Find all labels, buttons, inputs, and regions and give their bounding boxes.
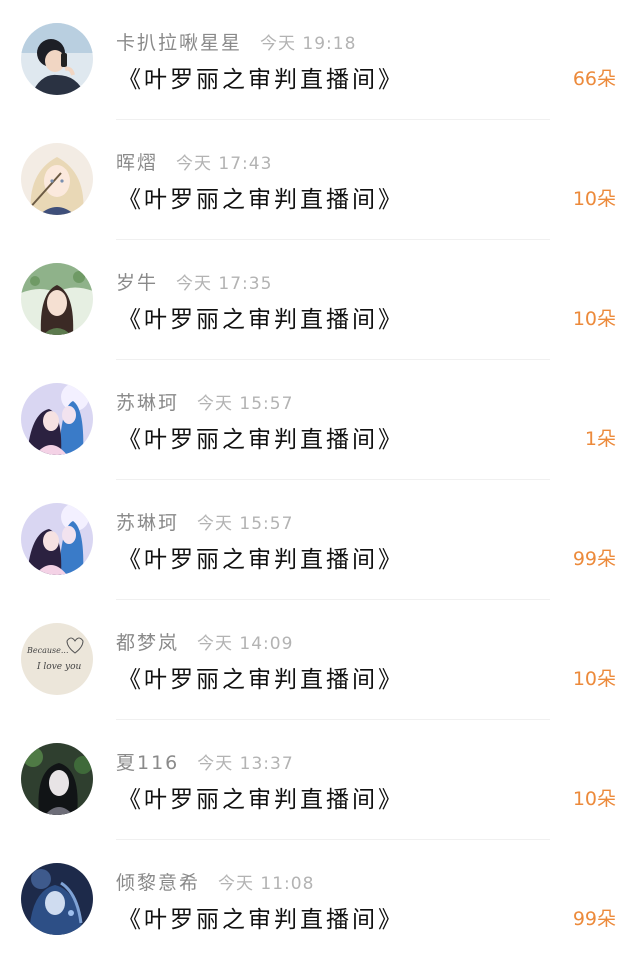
- gift-title: 《叶罗丽之审判直播间》: [118, 907, 404, 933]
- timestamp: 今天 13:37: [197, 754, 293, 774]
- day-text: 今天: [176, 154, 213, 174]
- username: 苏琳珂 今天 15:57: [116, 508, 293, 535]
- couple-avatar-icon: [21, 383, 93, 455]
- flower-count: 10朵: [572, 188, 616, 210]
- timestamp: 今天 11:08: [218, 874, 314, 894]
- love-note-line1: Because...: [26, 646, 68, 655]
- couple-avatar-icon: [21, 503, 93, 575]
- time-text: 13:37: [239, 754, 294, 774]
- list-item[interactable]: 倾黎意希 今天 11:08 《叶罗丽之审判直播间》 99朵: [0, 840, 640, 960]
- day-text: 今天: [218, 874, 255, 894]
- day-text: 今天: [197, 754, 234, 774]
- gift-title: 《叶罗丽之审判直播间》: [118, 667, 404, 693]
- gift-record-list: 卡扒拉啾星星 今天 19:18 《叶罗丽之审判直播间》 66朵 晖熠 今天 17:4…: [0, 0, 640, 960]
- time-text: 14:09: [239, 634, 294, 654]
- blue-fantasy-avatar-icon: [21, 863, 93, 935]
- gift-title: 《叶罗丽之审判直播间》: [118, 187, 404, 213]
- username-text: 卡扒拉啾星星: [116, 32, 243, 54]
- username: 卡扒拉啾星星 今天 19:18: [116, 28, 356, 55]
- list-item[interactable]: 夏116 今天 13:37 《叶罗丽之审判直播间》 10朵: [0, 720, 640, 840]
- username-text: 晖熠: [116, 152, 159, 174]
- flower-count: 66朵: [572, 68, 616, 90]
- list-item[interactable]: 晖熠 今天 17:43 《叶罗丽之审判直播间》 10朵: [0, 120, 640, 240]
- username: 夏116 今天 13:37: [116, 748, 294, 775]
- username: 晖熠 今天 17:43: [116, 148, 272, 175]
- day-text: 今天: [176, 274, 213, 294]
- username-text: 苏琳珂: [116, 392, 180, 414]
- username: 岁牛 今天 17:35: [116, 268, 272, 295]
- day-text: 今天: [260, 34, 297, 54]
- avatar[interactable]: [21, 23, 93, 95]
- flower-count: 99朵: [572, 548, 616, 570]
- day-text: 今天: [197, 634, 234, 654]
- username: 苏琳珂 今天 15:57: [116, 388, 293, 415]
- timestamp: 今天 19:18: [260, 34, 356, 54]
- avatar[interactable]: [21, 743, 93, 815]
- time-text: 15:57: [239, 514, 294, 534]
- timestamp: 今天 14:09: [197, 634, 293, 654]
- avatar[interactable]: [21, 863, 93, 935]
- time-text: 19:18: [302, 34, 357, 54]
- list-item[interactable]: Because... I love you 都梦岚 今天 14:09 《叶罗丽之审…: [0, 600, 640, 720]
- avatar[interactable]: [21, 383, 93, 455]
- time-text: 17:35: [218, 274, 273, 294]
- time-text: 17:43: [218, 154, 273, 174]
- day-text: 今天: [197, 394, 234, 414]
- gift-title: 《叶罗丽之审判直播间》: [118, 307, 404, 333]
- blonde-girl-avatar-icon: [21, 143, 93, 215]
- gift-title: 《叶罗丽之审判直播间》: [118, 67, 404, 93]
- time-text: 11:08: [260, 874, 315, 894]
- list-item[interactable]: 卡扒拉啾星星 今天 19:18 《叶罗丽之审判直播间》 66朵: [0, 0, 640, 120]
- avatar[interactable]: [21, 263, 93, 335]
- time-text: 15:57: [239, 394, 294, 414]
- username-text: 岁牛: [116, 272, 159, 294]
- list-item[interactable]: 岁牛 今天 17:35 《叶罗丽之审判直播间》 10朵: [0, 240, 640, 360]
- gift-title: 《叶罗丽之审判直播间》: [118, 427, 404, 453]
- timestamp: 今天 15:57: [197, 514, 293, 534]
- flower-count: 1朵: [584, 428, 616, 450]
- boy-phone-avatar-icon: [21, 23, 93, 95]
- avatar[interactable]: Because... I love you: [21, 623, 93, 695]
- username-text: 夏116: [116, 752, 180, 774]
- flower-count: 99朵: [572, 908, 616, 930]
- list-item[interactable]: 苏琳珂 今天 15:57 《叶罗丽之审判直播间》 1朵: [0, 360, 640, 480]
- flower-count: 10朵: [572, 788, 616, 810]
- love-note-avatar-icon: Because... I love you: [21, 623, 93, 695]
- gift-title: 《叶罗丽之审判直播间》: [118, 547, 404, 573]
- flower-count: 10朵: [572, 308, 616, 330]
- love-note-line2: I love you: [36, 662, 81, 672]
- timestamp: 今天 17:43: [176, 154, 272, 174]
- day-text: 今天: [197, 514, 234, 534]
- username: 都梦岚 今天 14:09: [116, 628, 293, 655]
- timestamp: 今天 17:35: [176, 274, 272, 294]
- username: 倾黎意希 今天 11:08: [116, 868, 314, 895]
- username-text: 苏琳珂: [116, 512, 180, 534]
- timestamp: 今天 15:57: [197, 394, 293, 414]
- gift-title: 《叶罗丽之审判直播间》: [118, 787, 404, 813]
- avatar[interactable]: [21, 503, 93, 575]
- list-item[interactable]: 苏琳珂 今天 15:57 《叶罗丽之审判直播间》 99朵: [0, 480, 640, 600]
- username-text: 倾黎意希: [116, 872, 201, 894]
- avatar[interactable]: [21, 143, 93, 215]
- flower-count: 10朵: [572, 668, 616, 690]
- green-girl-avatar-icon: [21, 263, 93, 335]
- username-text: 都梦岚: [116, 632, 180, 654]
- dark-hair-girl-avatar-icon: [21, 743, 93, 815]
